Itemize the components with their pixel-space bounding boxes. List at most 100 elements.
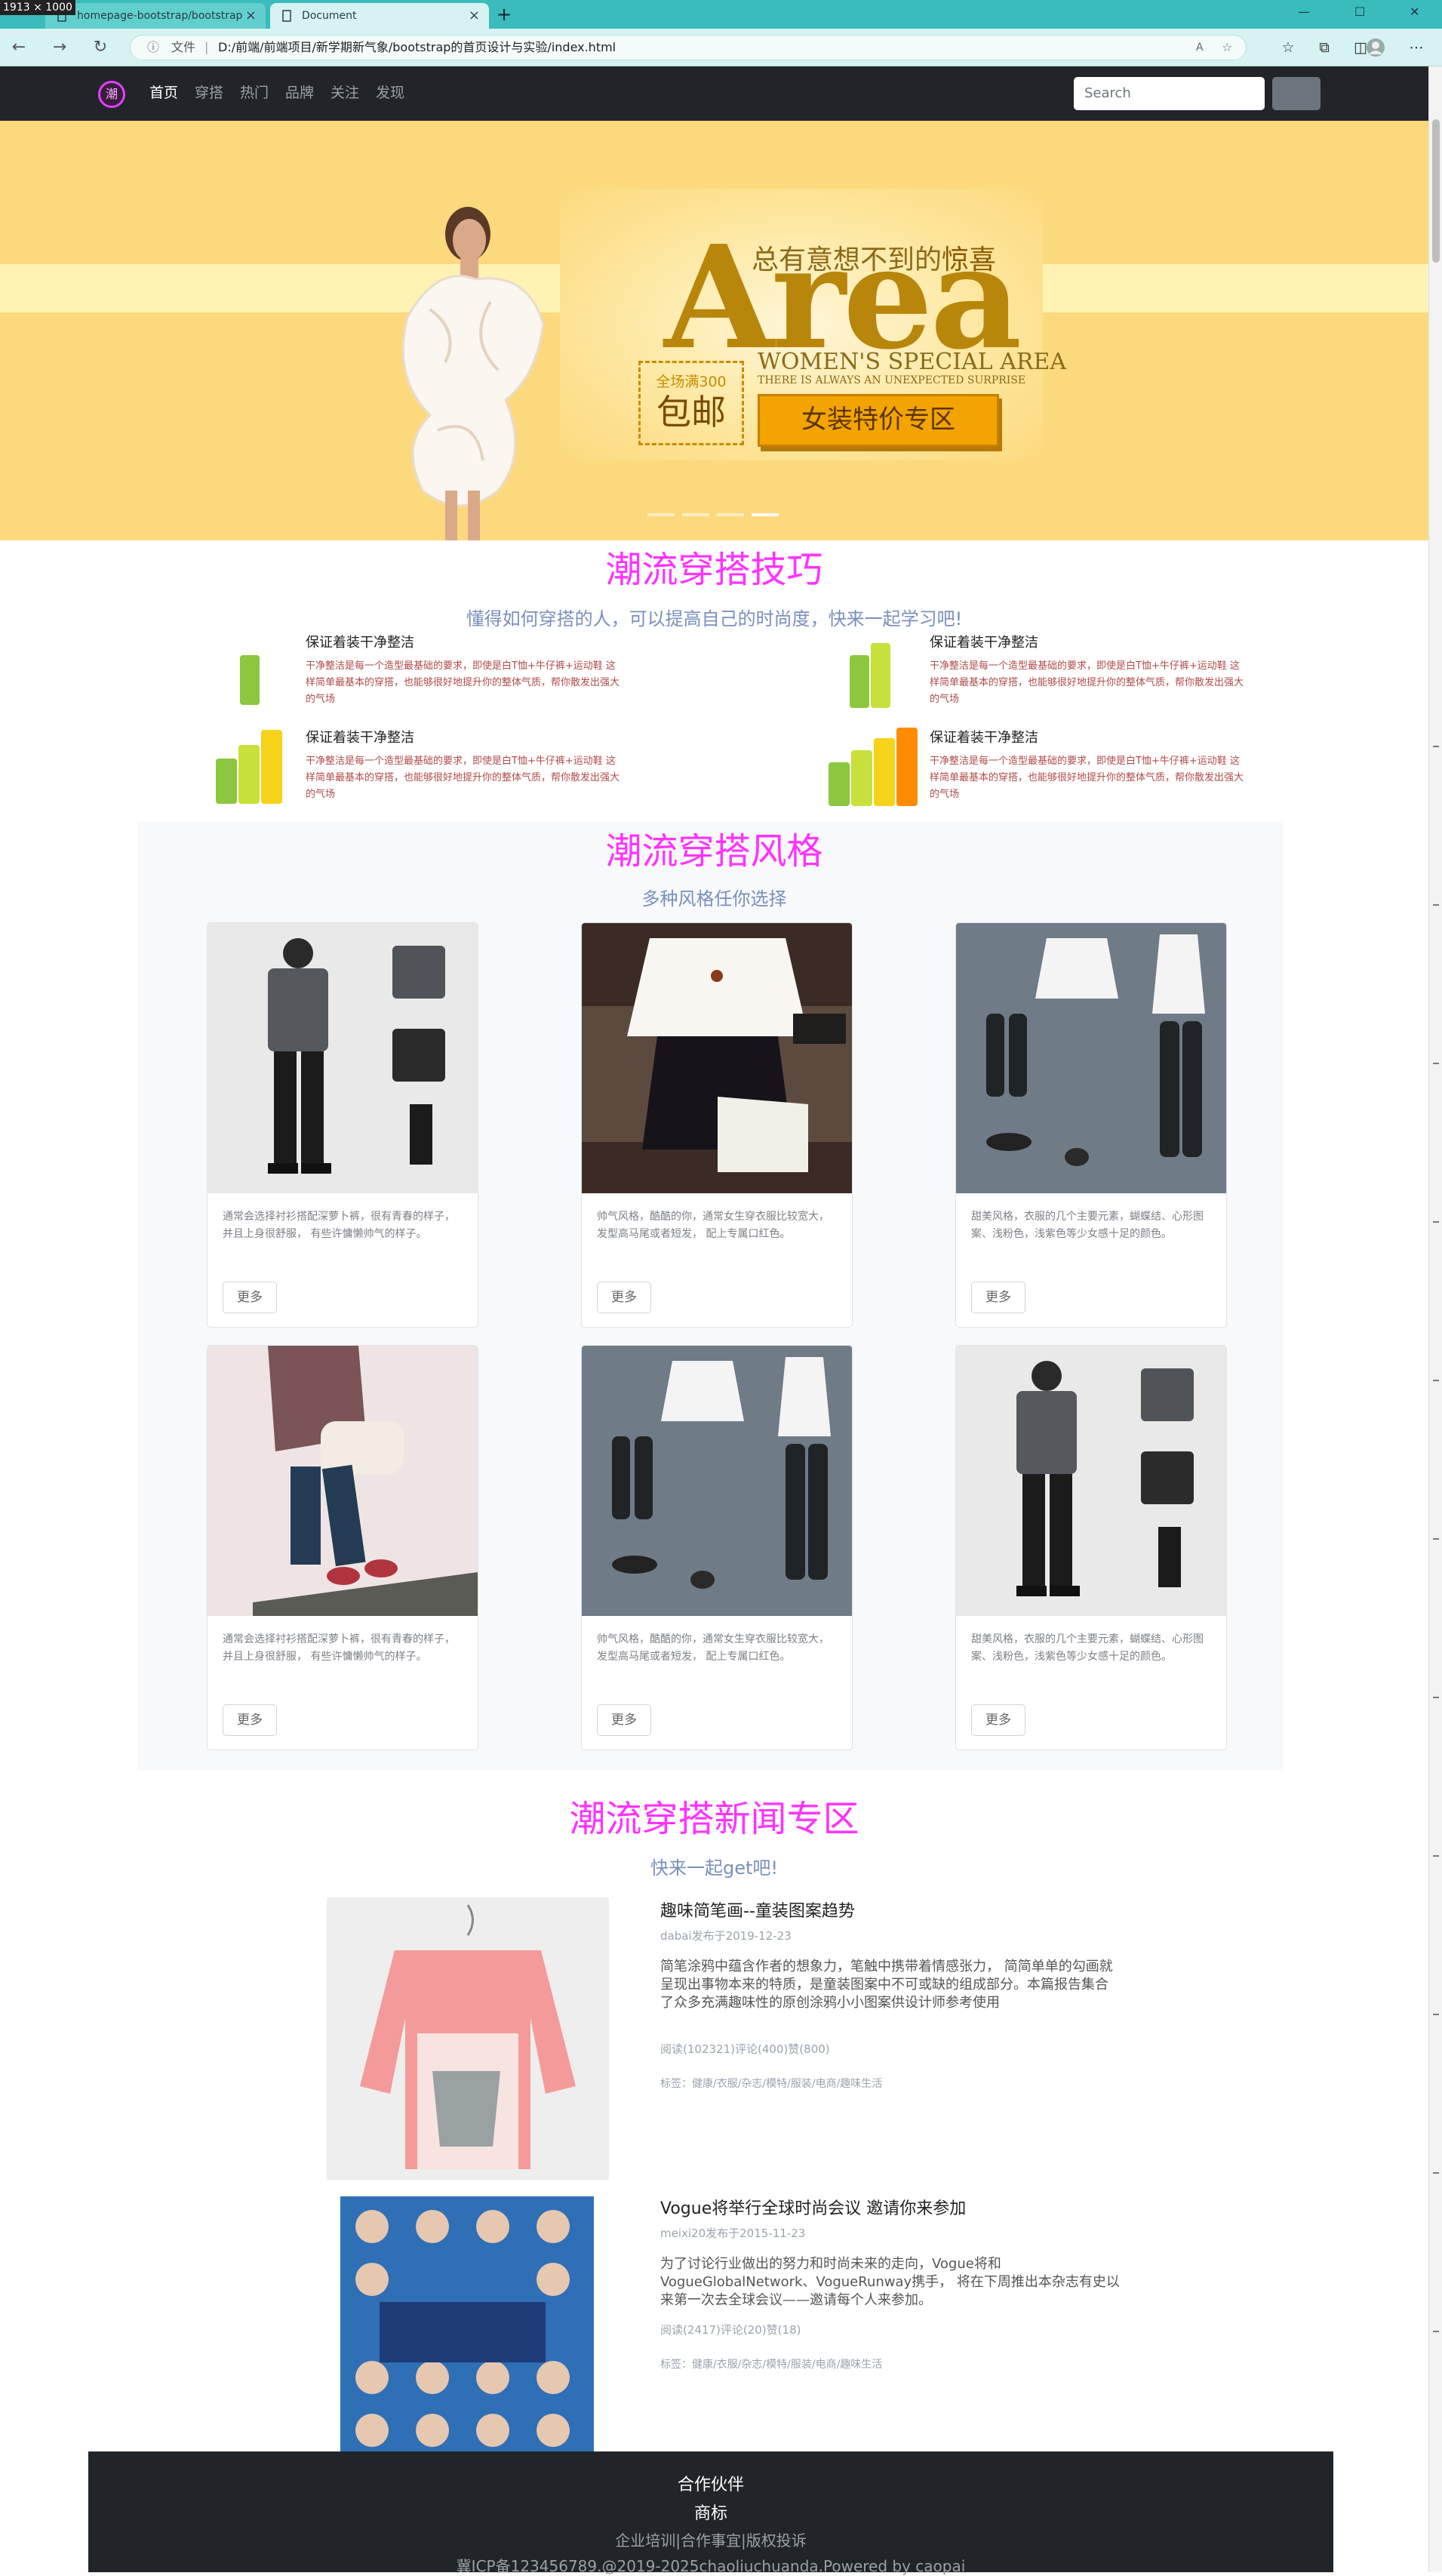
tips-section-title: 潮流穿搭技巧 — [605, 549, 823, 591]
address-bar: ← → ↻ ⓘ 文件 | D:/前端/前端项目/新学期新气象/bootstrap… — [0, 29, 1442, 66]
style-card: 甜美风格，衣服的几个主要元素，蝴蝶结、心形图案、浅粉色，浅紫色等少女感十足的颜色… — [955, 922, 1227, 1328]
back-icon[interactable]: ← — [8, 36, 30, 59]
new-tab-button[interactable]: + — [497, 3, 512, 26]
tab-homepage[interactable]: homepage-bootstrap/bootstrap × — [45, 3, 266, 29]
close-icon[interactable]: × — [469, 3, 480, 29]
more-button[interactable]: 更多 — [971, 1704, 1025, 1736]
scroll-marker — [1433, 1697, 1439, 1698]
refresh-icon[interactable]: ↻ — [89, 36, 112, 59]
close-icon[interactable]: × — [245, 3, 257, 29]
tip-heading: 保证着装干净整洁 — [306, 730, 414, 746]
tip-item: 保证着装干净整洁 干净整洁是每一个造型最基础的要求，即使是白T恤+牛仔裤+运动鞋… — [930, 634, 1247, 708]
forward-icon[interactable]: → — [48, 36, 71, 59]
womens-sale-button[interactable]: 女装特价专区 — [758, 394, 999, 447]
hero-banner[interactable]: 总有意想不到的惊喜 Area WOMEN'S SPECIAL AREA THER… — [0, 121, 1428, 540]
nav-link-follow[interactable]: 关注 — [331, 83, 359, 103]
style-card: 通常会选择衬衫搭配深萝卜裤，很有青春的样子，并且上身很舒服， 有些许慵懒帅气的样… — [207, 922, 478, 1328]
nav-link-hot[interactable]: 热门 — [240, 83, 269, 103]
bar-level-2-icon — [850, 643, 890, 708]
scroll-marker — [1433, 1063, 1439, 1064]
news-title[interactable]: Vogue将举行全球时尚会议 邀请你来参加 — [660, 2195, 966, 2219]
scroll-marker — [1433, 2172, 1439, 2174]
scroll-marker — [1433, 1855, 1439, 1857]
site-logo[interactable]: 潮 — [98, 81, 125, 108]
more-button[interactable]: 更多 — [597, 1282, 651, 1313]
news-tags: 标签：健康/衣服/杂志/模特/服装/电商/趣味生活 — [660, 2359, 883, 2371]
more-menu-icon[interactable]: ⋯ — [1405, 36, 1428, 59]
bar-level-4-icon — [829, 728, 918, 806]
banner-subtext: THERE IS ALWAYS AN UNEXPECTED SURPRISE — [758, 374, 1026, 386]
dimension-label: 1913 × 1000 — [0, 0, 75, 15]
scrollbar-thumb[interactable] — [1432, 119, 1440, 263]
carousel-indicator[interactable] — [717, 513, 744, 516]
banner-stripe — [1043, 264, 1428, 312]
menswear-gray-jacket-image — [956, 1346, 1226, 1616]
search-button[interactable] — [1272, 77, 1321, 110]
news-stats: 阅读(102321)评论(400)赞(800) — [660, 2042, 830, 2056]
more-button[interactable]: 更多 — [971, 1282, 1025, 1313]
tip-text: 干净整洁是每一个造型最基础的要求，即使是白T恤+牛仔裤+运动鞋 这样简单最基本的… — [306, 660, 620, 705]
news-section-subtitle: 快来一起get吧! — [650, 1857, 779, 1879]
footer-links[interactable]: 企业培训|合作事宜|版权投诉 — [88, 2528, 1333, 2550]
page-icon — [282, 10, 291, 22]
news-image[interactable] — [327, 1897, 609, 2180]
tip-heading: 保证着装干净整洁 — [930, 730, 1038, 746]
footer-partners[interactable]: 合作伙伴 — [88, 2471, 1333, 2495]
plaid-shirt-bag-image — [208, 1346, 478, 1616]
footer-copyright: 冀ICP备123456789.@2019-2025chaoliuchuanda.… — [456, 2557, 966, 2575]
news-title[interactable]: 趣味简笔画--童装图案趋势 — [660, 1897, 855, 1922]
url-divider: | — [204, 40, 209, 54]
card-text: 帅气风格，酷酷的你，通常女生穿衣服比较宽大，发型高马尾或者短发， 配上专属口红色… — [597, 1633, 829, 1663]
card-text: 甜美风格，衣服的几个主要元素，蝴蝶结、心形图案、浅粉色，浅紫色等少女感十足的颜色… — [971, 1211, 1204, 1240]
footer-trademark[interactable]: 商标 — [88, 2500, 1333, 2524]
nav-link-discover[interactable]: 发现 — [376, 83, 404, 103]
favorites-icon[interactable]: ☆ — [1277, 36, 1299, 59]
maximize-button[interactable]: ☐ — [1354, 5, 1365, 19]
scroll-marker — [1433, 746, 1439, 747]
news-image[interactable] — [327, 2196, 609, 2451]
browser-tab-bar: homepage-bootstrap/bootstrap × Document … — [0, 0, 1442, 29]
more-button[interactable]: 更多 — [223, 1704, 277, 1736]
bar-level-3-icon — [216, 730, 282, 804]
nav-link-home[interactable]: 首页 — [149, 83, 178, 103]
news-meta: dabai发布于2019-12-23 — [660, 1929, 792, 1943]
nav-link-outfit[interactable]: 穿搭 — [195, 83, 223, 103]
search-input[interactable]: Search — [1074, 77, 1265, 110]
nav-link-brand[interactable]: 品牌 — [285, 83, 314, 103]
more-button[interactable]: 更多 — [597, 1704, 651, 1736]
site-navbar: 潮 首页 穿搭 热门 品牌 关注 发现 Search — [0, 66, 1428, 121]
carousel-indicator[interactable] — [647, 513, 675, 516]
scroll-marker — [1433, 1221, 1439, 1223]
collections-icon[interactable]: ⧉ — [1313, 36, 1336, 59]
page-scrollbar[interactable] — [1428, 66, 1442, 2572]
bar-level-1-icon — [240, 655, 260, 705]
scroll-marker — [1433, 2331, 1439, 2332]
style-section-title: 潮流穿搭风格 — [605, 830, 823, 873]
carousel-indicator[interactable] — [682, 513, 709, 516]
more-button[interactable]: 更多 — [223, 1282, 277, 1313]
news-body: 简笔涂鸦中蕴含作者的想象力，笔触中携带着情感张力， 简简单单的勾画就呈现出事物本… — [660, 1959, 1113, 2011]
close-window-button[interactable]: ✕ — [1410, 5, 1419, 19]
style-card: 帅气风格，酷酷的你，通常女生穿衣服比较宽大，发型高马尾或者短发， 配上专属口红色… — [581, 922, 853, 1328]
news-meta: meixi20发布于2015-11-23 — [660, 2227, 806, 2240]
profile-icon[interactable] — [1364, 36, 1387, 59]
tip-heading: 保证着装干净整洁 — [306, 635, 414, 651]
tips-section-subtitle: 懂得如何穿搭的人，可以提高自己的时尚度，快来一起学习吧! — [466, 608, 963, 629]
style-section: 潮流穿搭风格 多种风格任你选择 通常会选择衬衫搭配深萝卜裤，很有青春的样子，并且… — [137, 821, 1284, 1771]
info-icon[interactable]: ⓘ — [147, 35, 159, 60]
favorite-star-icon[interactable]: ☆ — [1222, 35, 1232, 60]
minimize-button[interactable]: — — [1298, 5, 1310, 19]
tab-document[interactable]: Document × — [270, 3, 489, 29]
url-text: D:/前端/前端项目/新学期新气象/bootstrap的首页设计与实验/inde… — [218, 40, 616, 54]
url-field[interactable]: ⓘ 文件 | D:/前端/前端项目/新学期新气象/bootstrap的首页设计与… — [130, 35, 1247, 60]
card-text: 通常会选择衬衫搭配深萝卜裤，很有青春的样子，并且上身很舒服， 有些许慵懒帅气的样… — [223, 1211, 455, 1240]
banner-model-image — [401, 207, 545, 540]
read-aloud-icon[interactable]: A — [1196, 35, 1204, 60]
carousel-indicator-active[interactable] — [752, 513, 779, 516]
banner-subtitle: WOMEN'S SPECIAL AREA — [758, 349, 1067, 375]
tip-item: 保证着装干净整洁 干净整洁是每一个造型最基础的要求，即使是白T恤+牛仔裤+运动鞋… — [306, 634, 623, 708]
free-shipping-threshold: 全场满300 — [656, 374, 727, 390]
card-text: 通常会选择衬衫搭配深萝卜裤，很有青春的样子，并且上身很舒服， 有些许慵懒帅气的样… — [223, 1633, 455, 1663]
style-card: 通常会选择衬衫搭配深萝卜裤，很有青春的样子，并且上身很舒服， 有些许慵懒帅气的样… — [207, 1345, 478, 1750]
news-tags: 标签：健康/衣服/杂志/模特/服装/电商/趣味生活 — [660, 2078, 883, 2090]
